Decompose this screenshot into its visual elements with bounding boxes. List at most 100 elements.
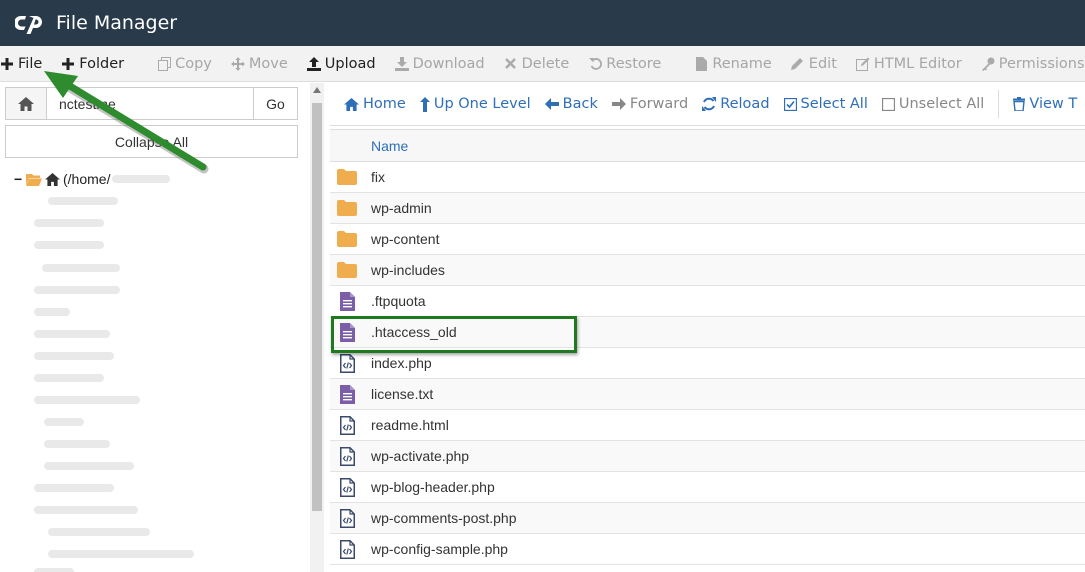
redacted-tree-item	[44, 418, 84, 426]
rename-button[interactable]: Rename	[694, 55, 772, 72]
edit-label: Edit	[808, 55, 837, 72]
file-name[interactable]: wp-includes	[371, 262, 445, 278]
new-folder-button[interactable]: Folder	[61, 56, 124, 72]
select-all-label: Select All	[800, 96, 868, 112]
permissions-button[interactable]: Permissions	[981, 56, 1085, 72]
redacted-tree-item	[34, 219, 104, 227]
folder-icon	[336, 262, 358, 278]
nav-home-button[interactable]: Home	[344, 96, 406, 112]
download-icon	[394, 56, 409, 71]
collapse-toggle-icon[interactable]: −	[14, 171, 24, 187]
name-column-header[interactable]: Name	[371, 138, 408, 154]
table-row[interactable]: .htaccess_old	[330, 317, 1085, 348]
arrow-left-icon	[544, 98, 559, 110]
html-editor-button[interactable]: HTML Editor	[855, 55, 962, 72]
table-row[interactable]: wp-includes	[330, 255, 1085, 286]
home-button[interactable]	[5, 87, 47, 120]
file-rows: fix wp-admin wp-content wp-includes .ftpquot…	[330, 162, 1085, 565]
left-panel-scrollbar[interactable]	[310, 83, 324, 572]
redacted-tree-item	[34, 506, 138, 514]
reload-button[interactable]: Reload	[702, 96, 770, 112]
up-one-level-label: Up One Level	[433, 96, 531, 112]
delete-label: Delete	[521, 55, 570, 72]
table-row[interactable]: wp-admin	[330, 193, 1085, 224]
table-row[interactable]: license.txt	[330, 379, 1085, 410]
redacted-text	[112, 175, 171, 183]
upload-icon	[306, 56, 321, 71]
reload-icon	[702, 97, 717, 111]
view-trash-button[interactable]: View T	[1013, 96, 1077, 112]
file-name[interactable]: readme.html	[371, 417, 449, 433]
table-row[interactable]: .ftpquota	[330, 286, 1085, 317]
table-row[interactable]: wp-comments-post.php	[330, 503, 1085, 534]
new-file-button[interactable]: File	[0, 56, 42, 72]
folder-icon	[336, 231, 358, 247]
file-name[interactable]: wp-activate.php	[371, 448, 469, 464]
plus-icon	[0, 57, 14, 71]
path-input[interactable]	[47, 87, 254, 120]
new-folder-label: Folder	[79, 55, 125, 72]
go-button[interactable]: Go	[254, 87, 298, 120]
page-title: File Manager	[56, 12, 178, 34]
file-name[interactable]: .ftpquota	[371, 293, 426, 309]
restore-label: Restore	[606, 55, 662, 72]
table-row[interactable]: wp-config-sample.php	[330, 534, 1085, 565]
redacted-tree-item	[48, 550, 194, 558]
table-row[interactable]: fix	[330, 162, 1085, 193]
up-one-level-button[interactable]: Up One Level	[419, 96, 531, 112]
file-name[interactable]: fix	[371, 169, 385, 185]
table-row[interactable]: index.php	[330, 348, 1085, 379]
table-row[interactable]: readme.html	[330, 410, 1085, 441]
delete-button[interactable]: Delete	[504, 55, 570, 72]
file-name[interactable]: wp-config-sample.php	[371, 541, 508, 557]
checkbox-empty-icon	[881, 97, 895, 111]
upload-button[interactable]: Upload	[306, 56, 376, 72]
nav-divider	[998, 90, 1000, 118]
file-name[interactable]: wp-blog-header.php	[371, 479, 495, 495]
file-name[interactable]: .htaccess_old	[371, 324, 457, 340]
back-button[interactable]: Back	[544, 96, 598, 112]
unselect-all-button[interactable]: Unselect All	[881, 96, 984, 112]
file-name[interactable]: index.php	[371, 355, 432, 371]
text-file-icon	[336, 291, 358, 311]
file-name[interactable]: wp-content	[371, 231, 439, 247]
directory-tree-panel: Go Collapse All − (/home/	[0, 83, 310, 572]
checkbox-checked-icon	[783, 97, 797, 111]
tree-root-label: (/home/	[63, 171, 111, 187]
file-name[interactable]: license.txt	[371, 386, 433, 402]
plus-icon	[61, 57, 75, 71]
scroll-up-icon[interactable]	[313, 87, 321, 93]
file-list-table: Name fix wp-admin wp-content wp-includes .ft…	[330, 129, 1085, 565]
scrollbar-thumb[interactable]	[312, 103, 322, 511]
copy-label: Copy	[175, 55, 212, 72]
edit-button[interactable]: Edit	[791, 56, 837, 72]
file-name[interactable]: wp-admin	[371, 200, 432, 216]
move-button[interactable]: Move	[230, 56, 288, 72]
html-editor-label: HTML Editor	[873, 55, 962, 72]
collapse-all-button[interactable]: Collapse All	[5, 125, 298, 158]
table-row[interactable]: wp-content	[330, 224, 1085, 255]
arrow-right-icon	[611, 98, 626, 110]
restore-button[interactable]: Restore	[588, 56, 661, 72]
text-file-icon	[336, 384, 358, 404]
select-all-button[interactable]: Select All	[783, 96, 868, 112]
table-row[interactable]: wp-activate.php	[330, 441, 1085, 472]
copy-button[interactable]: Copy	[157, 56, 212, 72]
table-row[interactable]: wp-blog-header.php	[330, 472, 1085, 503]
redacted-tree-item	[34, 352, 114, 360]
redacted-tree-item	[34, 374, 104, 382]
new-file-label: File	[18, 55, 43, 72]
rename-label: Rename	[712, 55, 772, 72]
path-search: Go	[5, 87, 298, 120]
forward-button[interactable]: Forward	[611, 96, 688, 112]
file-name[interactable]: wp-comments-post.php	[371, 510, 517, 526]
permissions-label: Permissions	[998, 55, 1085, 72]
download-button[interactable]: Download	[394, 56, 485, 72]
copy-icon	[157, 56, 171, 71]
tree-root-item[interactable]: − (/home/	[14, 171, 171, 187]
cpanel-logo-icon[interactable]	[15, 12, 47, 34]
redacted-tree-item	[34, 396, 140, 404]
code-file-icon	[336, 539, 358, 559]
redacted-tree-item	[34, 308, 70, 316]
redacted-tree-item	[34, 241, 104, 249]
